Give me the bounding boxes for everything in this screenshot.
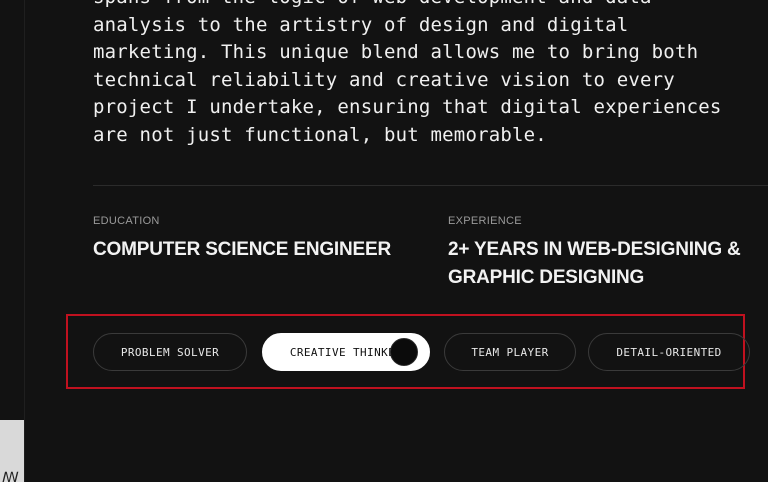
tag-label: CREATIVE THINKER	[289, 345, 403, 359]
experience-value-line: GRAPHIC DESIGNING	[448, 267, 645, 288]
experience-value-line: 2+ YEARS IN WEB-DESIGNING &	[448, 239, 741, 260]
thumbnail-glyph-icon: ꟿ	[2, 470, 19, 482]
education-value: COMPUTER SCIENCE ENGINEER	[93, 239, 391, 260]
about-section: spans from the logic of web development …	[93, 0, 768, 482]
bio-line: project I undertake, ensuring that digit…	[93, 96, 722, 118]
bio-line: are not just functional, but memorable.	[93, 123, 547, 146]
custom-cursor-icon	[390, 338, 418, 366]
tag-problem-solver[interactable]: PROBLEM SOLVER	[93, 333, 247, 371]
experience-label: EXPERIENCE	[448, 215, 522, 227]
experience-value: 2+ YEARS IN WEB-DESIGNING & GRAPHIC DESI…	[448, 236, 768, 292]
tag-label: DETAIL-ORIENTED	[616, 345, 722, 359]
experience-block: EXPERIENCE 2+ YEARS IN WEB-DESIGNING & G…	[448, 215, 768, 292]
section-divider	[93, 185, 768, 186]
thumbnail-preview[interactable]: ꟿ	[0, 420, 24, 482]
bio-line: spans from the logic of web development …	[93, 0, 652, 8]
left-gutter: ꟿ	[0, 0, 25, 482]
tag-label: PROBLEM SOLVER	[120, 345, 220, 359]
tag-detail-oriented[interactable]: DETAIL-ORIENTED	[588, 333, 750, 371]
bio-line: marketing. This unique blend allows me t…	[93, 41, 699, 63]
education-block: EDUCATION COMPUTER SCIENCE ENGINEER	[93, 215, 413, 264]
bio-line: analysis to the artistry of design and d…	[93, 13, 629, 36]
tag-team-player[interactable]: TEAM PLAYER	[444, 333, 576, 371]
bio-paragraph: spans from the logic of web development …	[93, 0, 768, 149]
education-label: EDUCATION	[93, 215, 160, 227]
bio-line: technical reliability and creative visio…	[93, 68, 675, 91]
tag-label: TEAM PLAYER	[471, 345, 549, 359]
